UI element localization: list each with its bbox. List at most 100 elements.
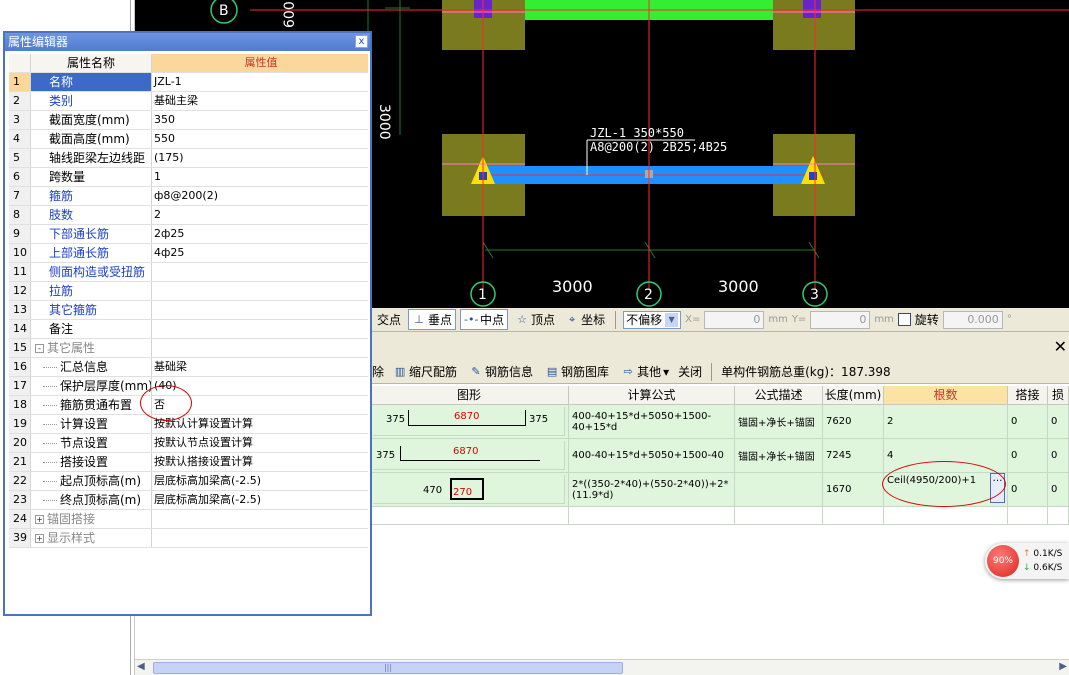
lap-cell[interactable]: 0	[1008, 405, 1048, 439]
other-menu-button[interactable]: ⇨ 其他 ▾	[618, 362, 672, 381]
description-cell[interactable]: 锚固+净长+锚固	[735, 439, 823, 473]
property-value[interactable]: 350	[152, 111, 368, 129]
property-value[interactable]	[152, 339, 368, 357]
loss-cell[interactable]: 0	[1048, 405, 1069, 439]
snap-coordinate-button[interactable]: ⌖ 坐标	[562, 310, 608, 329]
formula-cell[interactable]: 400-40+15*d+5050+1500-40	[569, 439, 735, 473]
col-property-value[interactable]: 属性值	[152, 54, 368, 72]
length-cell[interactable]: 7620	[823, 405, 884, 439]
offset-mode-select[interactable]: 不偏移 ▼	[623, 310, 682, 329]
empty-cell[interactable]	[884, 507, 1008, 525]
col-shape[interactable]: 图形	[370, 386, 569, 405]
close-icon[interactable]: x	[355, 35, 368, 48]
property-value[interactable]	[152, 529, 368, 547]
length-cell[interactable]: 1670	[823, 473, 884, 507]
empty-cell[interactable]	[1008, 507, 1048, 525]
shape-cell[interactable]: 470 270	[370, 473, 569, 507]
property-row[interactable]: 20 节点设置 按默认节点设置计算	[9, 434, 368, 453]
property-value[interactable]	[152, 263, 368, 281]
property-editor-titlebar[interactable]: 属性编辑器 x	[5, 33, 370, 51]
property-value[interactable]: 2ф25	[152, 225, 368, 243]
description-cell[interactable]: 锚固+净长+锚固	[735, 405, 823, 439]
property-value[interactable]	[152, 510, 368, 528]
property-value[interactable]: 按默认搭接设置计算	[152, 453, 368, 471]
loss-cell[interactable]: 0	[1048, 473, 1069, 507]
close-button[interactable]: 关闭	[678, 363, 702, 380]
property-value[interactable]: (175)	[152, 149, 368, 167]
lap-cell[interactable]: 0	[1008, 439, 1048, 473]
property-row[interactable]: 10 上部通长筋 4ф25	[9, 244, 368, 263]
table-row-empty[interactable]	[370, 507, 1069, 525]
property-value[interactable]: 2	[152, 206, 368, 224]
scroll-right-arrow-icon[interactable]: ▶	[1059, 661, 1067, 672]
rebar-library-button[interactable]: ▤ 钢筋图库	[542, 362, 612, 381]
property-value[interactable]: 层底标高加梁高(-2.5)	[152, 472, 368, 490]
snap-perpendicular-button[interactable]: ⊥ 垂点	[408, 309, 457, 330]
property-row[interactable]: 14 备注	[9, 320, 368, 339]
x-offset-input[interactable]: 0	[704, 310, 765, 329]
property-value[interactable]: 1	[152, 168, 368, 186]
property-value[interactable]: 基础梁	[152, 358, 368, 376]
expand-icon[interactable]: +	[35, 534, 44, 543]
empty-cell[interactable]	[735, 507, 823, 525]
scroll-left-arrow-icon[interactable]: ◀	[137, 661, 145, 672]
count-cell[interactable]: 2	[884, 405, 1008, 439]
shape-cell[interactable]: 375 6870	[370, 439, 569, 473]
empty-cell[interactable]	[823, 507, 884, 525]
property-value[interactable]: ф8@200(2)	[152, 187, 368, 205]
property-row[interactable]: 9 下部通长筋 2ф25	[9, 225, 368, 244]
snap-intersection-button[interactable]: 交点	[374, 310, 404, 329]
network-speed-widget[interactable]: 90% ↑ 0.1K/S ↓ 0.6K/S	[985, 543, 1069, 579]
property-value[interactable]: JZL-1	[152, 73, 368, 91]
property-value[interactable]	[152, 301, 368, 319]
property-row[interactable]: 8 肢数 2	[9, 206, 368, 225]
loss-cell[interactable]: 0	[1048, 439, 1069, 473]
col-property-name[interactable]: 属性名称	[31, 54, 152, 72]
close-icon[interactable]: ✕	[1054, 337, 1067, 356]
rotate-checkbox[interactable]	[897, 313, 911, 326]
snap-midpoint-button[interactable]: -•- 中点	[460, 309, 509, 330]
property-value[interactable]: 按默认节点设置计算	[152, 434, 368, 452]
property-row[interactable]: 4 截面高度(mm) 550	[9, 130, 368, 149]
col-count[interactable]: 根数	[884, 386, 1008, 405]
property-row[interactable]: 16 汇总信息 基础梁	[9, 358, 368, 377]
property-row[interactable]: 23 终点顶标高(m) 层底标高加梁高(-2.5)	[9, 491, 368, 510]
y-offset-input[interactable]: 0	[810, 310, 871, 329]
col-description[interactable]: 公式描述	[735, 386, 823, 405]
lap-cell[interactable]: 0	[1008, 473, 1048, 507]
property-row[interactable]: 39 + 显示样式	[9, 529, 368, 548]
table-row[interactable]: 375 6870 375 400-40+15*d+5050+1500-40+15…	[370, 405, 1069, 439]
scrollbar-thumb[interactable]: |||	[153, 662, 623, 674]
property-value[interactable]: 按默认计算设置计算	[152, 415, 368, 433]
property-row[interactable]: 1 名称 JZL-1	[9, 73, 368, 92]
col-length[interactable]: 长度(mm)	[823, 386, 884, 405]
formula-cell[interactable]: 2*((350-2*40)+(550-2*40))+2*(11.9*d)	[569, 473, 735, 507]
property-row[interactable]: 22 起点顶标高(m) 层底标高加梁高(-2.5)	[9, 472, 368, 491]
property-value[interactable]: 层底标高加梁高(-2.5)	[152, 491, 368, 509]
beam-grip-right[interactable]	[809, 172, 817, 180]
property-value[interactable]: 4ф25	[152, 244, 368, 262]
col-loss[interactable]: 损耗	[1048, 386, 1069, 420]
horizontal-scrollbar[interactable]: ◀ ||| ▶	[135, 659, 1069, 675]
shape-cell[interactable]: 375 6870 375	[370, 405, 569, 439]
property-row[interactable]: 5 轴线距梁左边线距 (175)	[9, 149, 368, 168]
property-row[interactable]: 15- 其它属性	[9, 339, 368, 358]
expand-icon[interactable]: +	[35, 515, 44, 524]
property-row[interactable]: 7 箍筋 ф8@200(2)	[9, 187, 368, 206]
property-row[interactable]: 19 计算设置 按默认计算设置计算	[9, 415, 368, 434]
col-formula[interactable]: 计算公式	[569, 386, 735, 405]
property-row[interactable]: 6 跨数量 1	[9, 168, 368, 187]
property-value[interactable]	[152, 320, 368, 338]
property-row[interactable]: 24 + 锚固搭接	[9, 510, 368, 529]
collapse-icon[interactable]: -	[35, 344, 44, 353]
empty-cell[interactable]	[569, 507, 735, 525]
empty-cell[interactable]	[1048, 507, 1069, 525]
formula-cell[interactable]: 400-40+15*d+5050+1500-40+15*d	[569, 405, 735, 439]
description-cell[interactable]	[735, 473, 823, 507]
property-row[interactable]: 21 搭接设置 按默认搭接设置计算	[9, 453, 368, 472]
property-value[interactable]	[152, 282, 368, 300]
property-row[interactable]: 12 拉筋	[9, 282, 368, 301]
property-row[interactable]: 2 类别 基础主梁	[9, 92, 368, 111]
property-row[interactable]: 11 侧面构造或受扭筋	[9, 263, 368, 282]
delete-button[interactable]: 除	[372, 363, 384, 380]
